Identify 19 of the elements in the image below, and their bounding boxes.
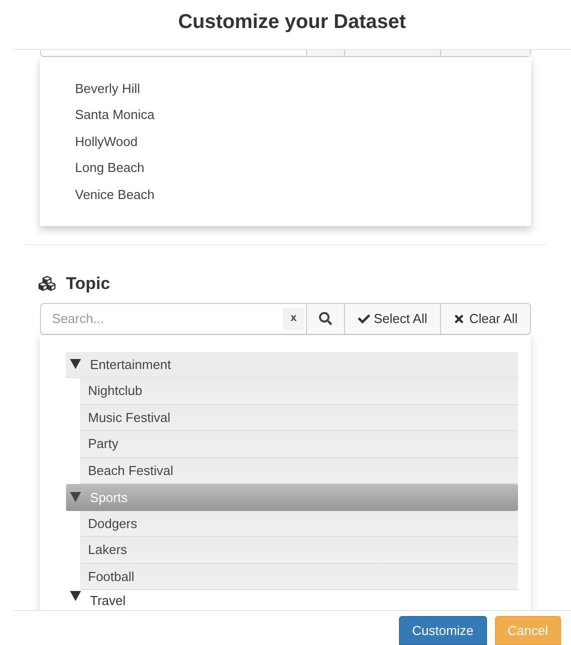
tree-item-row[interactable]: Music Festival (80, 404, 518, 431)
location-item[interactable]: HollyWood (75, 128, 496, 154)
section-heading: Topic (66, 272, 110, 295)
tree-item-row[interactable]: Beach Festival (80, 458, 518, 484)
tree-item-row[interactable]: Party (80, 431, 518, 458)
location-item[interactable]: Venice Beach (75, 181, 496, 208)
customize-button[interactable]: Customize (399, 616, 487, 645)
location-item[interactable]: Santa Monica (75, 102, 496, 128)
location-item[interactable]: Long Beach (75, 154, 496, 181)
tree-item-row[interactable]: Lakers (80, 537, 518, 564)
tree-item-row[interactable]: Dodgers (80, 510, 518, 537)
caret-icon[interactable] (70, 591, 81, 601)
cubes-icon (37, 275, 57, 292)
dialog-title: Customize your Dataset (178, 10, 406, 34)
tree-item-row[interactable]: Nightclub (80, 378, 518, 404)
tree-item-row[interactable]: Football (80, 564, 518, 590)
location-item[interactable]: Beverly Hill (75, 75, 496, 102)
tree-group-row[interactable]: Entertainment (66, 352, 518, 378)
caret-icon[interactable] (70, 359, 81, 370)
